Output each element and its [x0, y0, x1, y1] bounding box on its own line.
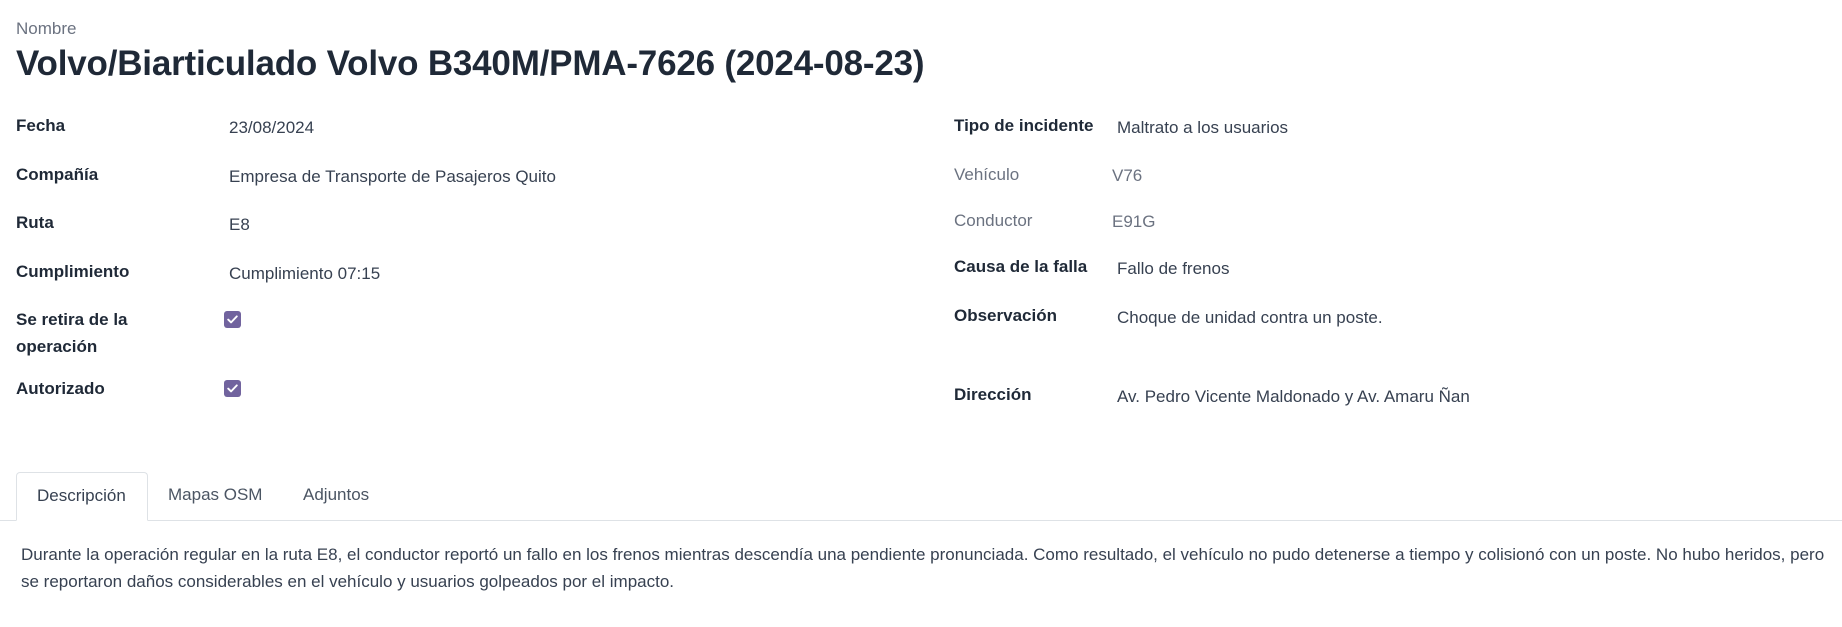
autorizado-label: Autorizado	[16, 379, 105, 398]
autorizado-checkbox[interactable]	[224, 380, 241, 397]
vehiculo-label: Vehículo	[954, 165, 1020, 184]
cumplimiento-label: Cumplimiento	[16, 262, 130, 281]
page-label: Nombre	[16, 19, 77, 38]
compania-label: Compañía	[16, 165, 99, 184]
vehiculo-field[interactable]: V76	[1112, 164, 1142, 188]
ruta-field[interactable]: E8	[229, 213, 250, 237]
description-text[interactable]: Durante la operación regular en la ruta …	[21, 541, 1836, 595]
fecha-label: Fecha	[16, 116, 66, 135]
tipo-incidente-field[interactable]: Maltrato a los usuarios	[1117, 116, 1288, 140]
cumplimiento-field[interactable]: Cumplimiento 07:15	[229, 262, 380, 286]
direccion-label: Dirección	[954, 385, 1032, 404]
page-title: Volvo/Biarticulado Volvo B340M/PMA-7626 …	[16, 44, 925, 83]
tab-descripcion[interactable]: Descripción	[16, 472, 148, 521]
fecha-field[interactable]: 23/08/2024	[229, 116, 314, 140]
causa-falla-label: Causa de la falla	[954, 257, 1088, 276]
se-retira-checkbox[interactable]	[224, 311, 241, 328]
tab-adjuntos[interactable]: Adjuntos	[283, 472, 389, 520]
check-icon	[227, 384, 238, 393]
tipo-incidente-label: Tipo de incidente	[954, 116, 1094, 135]
observacion-field[interactable]: Choque de unidad contra un poste.	[1117, 306, 1383, 330]
causa-falla-field[interactable]: Fallo de frenos	[1117, 257, 1229, 281]
check-icon	[227, 315, 238, 324]
notebook-tabs: Descripción Mapas OSM Adjuntos	[0, 472, 1842, 521]
direccion-field[interactable]: Av. Pedro Vicente Maldonado y Av. Amaru …	[1117, 385, 1470, 409]
compania-field[interactable]: Empresa de Transporte de Pasajeros Quito	[229, 165, 556, 189]
conductor-field[interactable]: E91G	[1112, 210, 1155, 234]
conductor-label: Conductor	[954, 211, 1033, 230]
tab-mapas-osm[interactable]: Mapas OSM	[148, 472, 282, 520]
se-retira-label: Se retira de la operación	[16, 310, 128, 356]
observacion-label: Observación	[954, 306, 1057, 325]
ruta-label: Ruta	[16, 213, 54, 232]
